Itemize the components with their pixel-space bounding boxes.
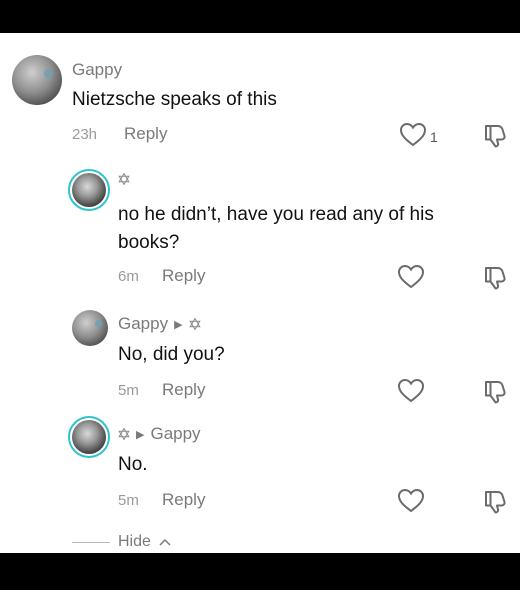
comment-author[interactable]: [118, 173, 130, 185]
dislike-icon[interactable]: [482, 378, 508, 404]
reply-to-name[interactable]: Gappy: [150, 424, 200, 444]
reply-button[interactable]: Reply: [162, 266, 205, 286]
heart-icon[interactable]: [397, 378, 425, 404]
heart-icon[interactable]: [397, 488, 425, 514]
comment-author[interactable]: ▶ Gappy: [118, 424, 201, 444]
heart-icon[interactable]: [397, 264, 425, 290]
avatar[interactable]: [68, 416, 110, 458]
heart-icon[interactable]: [399, 122, 427, 148]
play-triangle-icon: ▶: [136, 428, 145, 441]
hide-replies-row[interactable]: Hide: [72, 533, 171, 551]
comment-text: no he didn’t, have you read any of his b…: [118, 201, 434, 257]
reply-button[interactable]: Reply: [124, 124, 167, 144]
comment-time: 23h: [72, 126, 98, 143]
comment-author[interactable]: Gappy ▶: [118, 314, 201, 334]
star-of-david-icon: [188, 318, 201, 330]
comment-time: 5m: [118, 492, 139, 509]
star-of-david-icon: [118, 428, 130, 440]
hide-replies-button[interactable]: Hide: [118, 533, 151, 551]
comment-time: 5m: [118, 382, 139, 399]
comments-panel: Gappy Nietzsche speaks of this 23h Reply…: [0, 33, 520, 553]
comment-author[interactable]: Gappy: [72, 60, 122, 80]
avatar[interactable]: [68, 169, 110, 211]
star-of-david-icon: [118, 173, 130, 185]
comment-item: no he didn’t, have you read any of his b…: [0, 163, 520, 298]
comment-item: Gappy Nietzsche speaks of this 23h Reply…: [0, 33, 520, 163]
dislike-icon[interactable]: [482, 488, 508, 514]
play-triangle-icon: ▶: [174, 318, 183, 331]
comment-item: Gappy ▶ No, did you? 5m Reply: [0, 298, 520, 408]
like-count: 1: [430, 129, 438, 145]
author-name[interactable]: Gappy: [118, 314, 168, 334]
divider: [72, 541, 110, 543]
comment-text: No.: [118, 454, 148, 475]
author-name[interactable]: Gappy: [72, 60, 122, 80]
avatar-spot: [44, 69, 53, 78]
comment-item: ▶ Gappy No. 5m Reply: [0, 408, 520, 523]
chevron-up-icon[interactable]: [159, 538, 171, 546]
dislike-icon[interactable]: [482, 122, 508, 148]
comment-text: No, did you?: [118, 344, 225, 365]
dislike-icon[interactable]: [482, 264, 508, 290]
comment-text-line: no he didn’t, have you read any of his: [118, 204, 434, 225]
avatar-image: [72, 173, 106, 207]
comment-text: Nietzsche speaks of this: [72, 89, 277, 110]
avatar[interactable]: [72, 310, 108, 346]
avatar[interactable]: [12, 55, 62, 105]
comment-time: 6m: [118, 268, 139, 285]
reply-button[interactable]: Reply: [162, 380, 205, 400]
avatar-spot: [95, 320, 102, 327]
reply-button[interactable]: Reply: [162, 490, 205, 510]
comment-text-line: books?: [118, 232, 180, 253]
avatar-image: [72, 420, 106, 454]
